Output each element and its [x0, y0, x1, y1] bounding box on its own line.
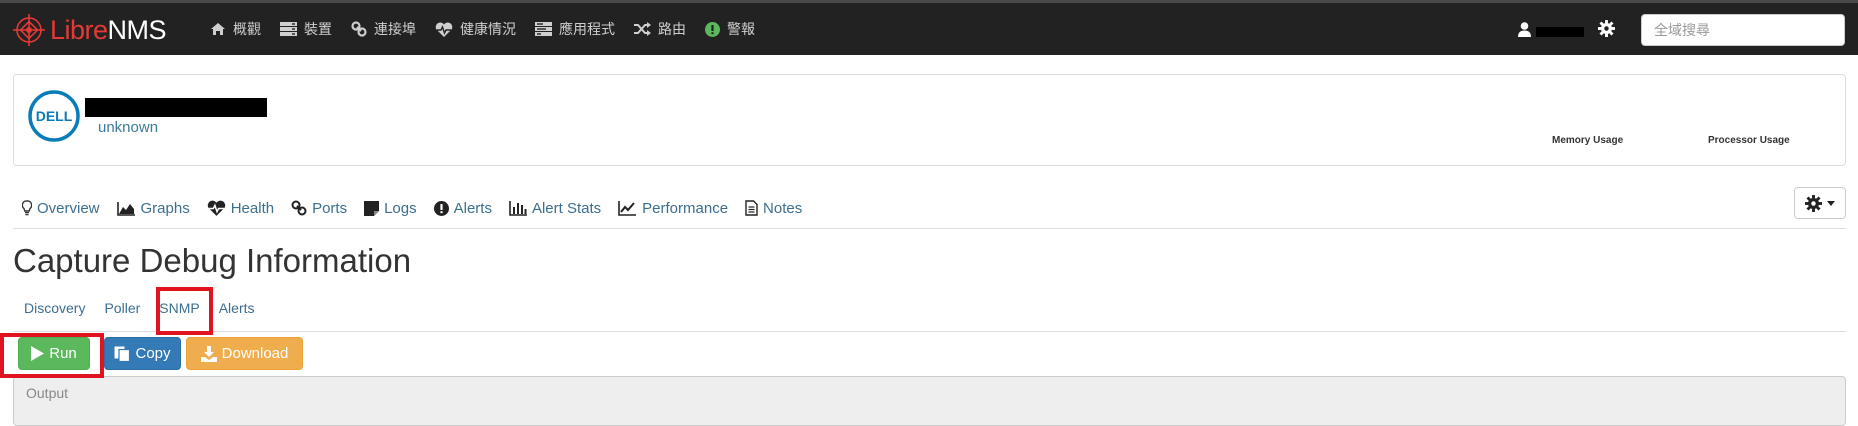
nav-devices[interactable]: 裝置 — [280, 19, 332, 39]
device-settings-dropdown-button[interactable] — [1794, 187, 1846, 219]
dell-vendor-logo: DELL — [28, 90, 80, 142]
link-icon — [351, 21, 367, 37]
global-search-input[interactable] — [1641, 14, 1845, 46]
subtab-poller[interactable]: Poller — [104, 300, 140, 316]
tab-notes[interactable]: Notes — [745, 200, 802, 217]
device-os: unknown — [98, 119, 159, 136]
tab-alert-stats[interactable]: Alert Stats — [509, 200, 601, 217]
copy-button[interactable]: Copy — [104, 337, 181, 370]
tab-alerts[interactable]: Alerts — [433, 200, 492, 217]
server-icon — [280, 22, 297, 36]
exclamation-circle-icon — [433, 200, 449, 216]
subtab-alerts[interactable]: Alerts — [219, 300, 255, 316]
user-icon — [1518, 21, 1531, 37]
exclamation-circle-icon — [705, 21, 720, 37]
download-button[interactable]: Download — [186, 337, 303, 370]
sticky-note-icon — [364, 200, 380, 216]
heartbeat-icon — [435, 21, 453, 37]
username-redacted — [1536, 27, 1584, 37]
tabs-divider — [13, 228, 1846, 229]
main-menu: 概觀 裝置 連接埠 健康情況 應用程式 路由 警報 — [210, 3, 774, 55]
lightbulb-icon — [22, 200, 32, 216]
page-title: Capture Debug Information — [13, 242, 412, 279]
link-icon — [291, 200, 307, 216]
line-chart-icon — [618, 200, 637, 216]
brand-name: LibreNMS — [50, 14, 167, 45]
caret-down-icon — [1827, 200, 1835, 206]
subtab-snmp[interactable]: SNMP — [159, 300, 199, 316]
tab-ports[interactable]: Ports — [291, 200, 347, 217]
nav-health[interactable]: 健康情況 — [435, 19, 516, 39]
tasks-icon — [535, 22, 552, 36]
memory-usage-label: Memory Usage — [1552, 135, 1624, 146]
tab-graphs[interactable]: Graphs — [116, 200, 190, 217]
download-icon — [200, 345, 217, 362]
tab-overview[interactable]: Overview — [22, 200, 100, 217]
gear-icon — [1805, 194, 1822, 212]
nav-ports[interactable]: 連接埠 — [351, 19, 416, 39]
subtabs-divider — [13, 331, 1846, 332]
user-menu[interactable] — [1518, 21, 1584, 37]
brand-logo-link[interactable]: LibreNMS — [12, 13, 167, 47]
processor-usage-label: Processor Usage — [1708, 135, 1790, 146]
hostname-redacted — [85, 98, 267, 117]
tab-logs[interactable]: Logs — [364, 200, 417, 217]
top-navbar: LibreNMS 概觀 裝置 連接埠 健康情況 應用程式 路由 警報 — [0, 0, 1858, 55]
nav-alerts[interactable]: 警報 — [705, 19, 755, 39]
play-icon — [31, 346, 45, 361]
heartbeat-icon — [207, 200, 225, 216]
random-icon — [634, 22, 651, 36]
output-textarea[interactable]: Output — [13, 376, 1846, 426]
tab-performance[interactable]: Performance — [618, 200, 728, 217]
nav-apps[interactable]: 應用程式 — [535, 19, 615, 39]
bar-chart-icon — [509, 200, 527, 216]
svg-text:DELL: DELL — [36, 108, 73, 124]
run-button[interactable]: Run — [18, 337, 90, 370]
device-tabs: Overview Graphs Health Ports Logs Alerts… — [22, 185, 819, 231]
settings-gear-icon[interactable] — [1598, 20, 1615, 37]
device-header-panel: DELL unknown Memory Usage Processor Usag… — [13, 74, 1846, 166]
area-chart-icon — [116, 201, 135, 216]
file-text-icon — [745, 200, 758, 216]
debug-sub-tabs: Discovery Poller SNMP Alerts — [24, 300, 274, 316]
nav-overview[interactable]: 概觀 — [210, 19, 261, 39]
tab-health[interactable]: Health — [207, 200, 274, 217]
nav-routing[interactable]: 路由 — [634, 19, 686, 39]
librenms-logo-icon — [13, 14, 45, 46]
copy-icon — [114, 346, 131, 362]
subtab-discovery[interactable]: Discovery — [24, 300, 85, 316]
home-icon — [211, 23, 225, 35]
